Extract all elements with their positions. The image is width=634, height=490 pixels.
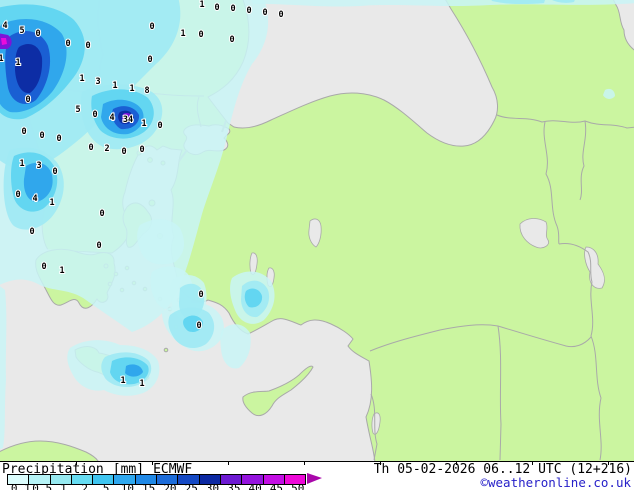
station-value: 0 [39,131,44,141]
legend-value-label: 50 [291,482,305,490]
legend-value-label: 40 [248,482,262,490]
station-value: 0 [88,143,93,153]
station-value: 3 [95,77,100,87]
legend-arrow [307,473,323,484]
legend-value-label: 2 [81,482,89,490]
station-value: 0 [229,35,234,45]
station-value: 0 [149,22,154,32]
station-value: 5 [75,105,80,115]
station-value: 0 [99,209,104,219]
frame-tick [304,462,305,465]
legend-value-label: 35 [227,482,241,490]
station-value: 4 [32,194,37,204]
station-value: 1 [112,81,117,91]
station-value: 1 [59,266,64,276]
legend-value-label: 0.5 [32,482,53,490]
station-value: 0 [85,41,90,51]
station-value: 1 [129,84,134,94]
station-value: 1 [0,54,4,64]
station-value: 0 [96,241,101,251]
legend-value-label: 0.1 [10,482,31,490]
station-value: 0 [147,55,152,65]
station-value: 0 [196,321,201,331]
legend-value-label: 30 [205,482,220,490]
legend-value-label: 25 [184,482,198,490]
station-value: 1 [79,74,84,84]
station-value: 0 [25,95,30,105]
station-value: 1 [15,58,20,68]
weather-map: 4 5 0 0 0 0 1 1 0 1 3 1 1 8 0 5 0 4 34 1 0 0 0 0 0 2 0 0 1 0 0 0 0 0 1 0 0 1 3… [0,0,634,461]
station-value: 0 [230,4,235,14]
copyright-label: ©weatheronline.co.uk [480,475,631,490]
station-value: 0 [29,227,34,237]
legend-value-label: 10 [120,482,134,490]
frame-tick [228,462,229,465]
station-value: 0 [41,262,46,272]
station-value: 0 [92,110,97,120]
station-value: 0 [262,8,267,18]
station-value: 0 [139,145,144,155]
aegean-islet [163,347,169,353]
station-value: 0 [35,29,40,39]
station-value: 0 [246,6,251,16]
station-value: 2 [104,144,109,154]
legend-value-label: 1 [60,482,67,490]
station-value: 1 [120,376,125,386]
station-value: 3 [36,161,41,171]
station-value: 0 [15,190,20,200]
station-value: 4 [2,21,7,31]
station-value: 34 [123,115,133,125]
station-value: 5 [19,26,24,36]
station-value: 0 [198,290,203,300]
station-value: 1 [49,198,54,208]
station-value: 8 [144,86,149,96]
legend-value-label: 15 [142,482,156,490]
map-svg: 4 5 00 001 1 01 3 1 1 805 0 4 34 1 00 0 00 2 0 01 0 0 0 0 01 0 01 3… [0,0,634,461]
legend-value-label: 5 [102,482,110,490]
station-value: 0 [56,134,61,144]
station-value: 0 [121,147,126,157]
station-value: 0 [214,3,219,13]
station-value: 0 [21,127,26,137]
rain-core-magenta [1,38,7,45]
weather-map-page: 4 5 0 0 0 0 1 1 0 1 3 1 1 8 0 5 0 4 34 1 0 0 0 0 0 2 0 0 1 0 0 0 0 0 1 0 0 1 3… [0,0,634,490]
station-value: 1 [180,29,185,39]
footer-bar: Precipitation [mm] ECMWF 0.1 0.5 1 2 5 10 15 20 25… [0,461,634,490]
station-value: 0 [278,10,283,20]
station-value: 1 [141,119,146,129]
legend-value-label: 20 [163,482,177,490]
station-value: 0 [65,39,70,49]
station-value: 0 [52,167,57,177]
station-value: 1 [199,0,204,10]
station-value: 1 [139,379,144,389]
station-value: 0 [198,30,203,40]
station-value: 4 [109,113,114,123]
legend-value-label: 45 [269,482,284,490]
station-value: 0 [157,121,162,131]
station-value: 1 [19,159,24,169]
